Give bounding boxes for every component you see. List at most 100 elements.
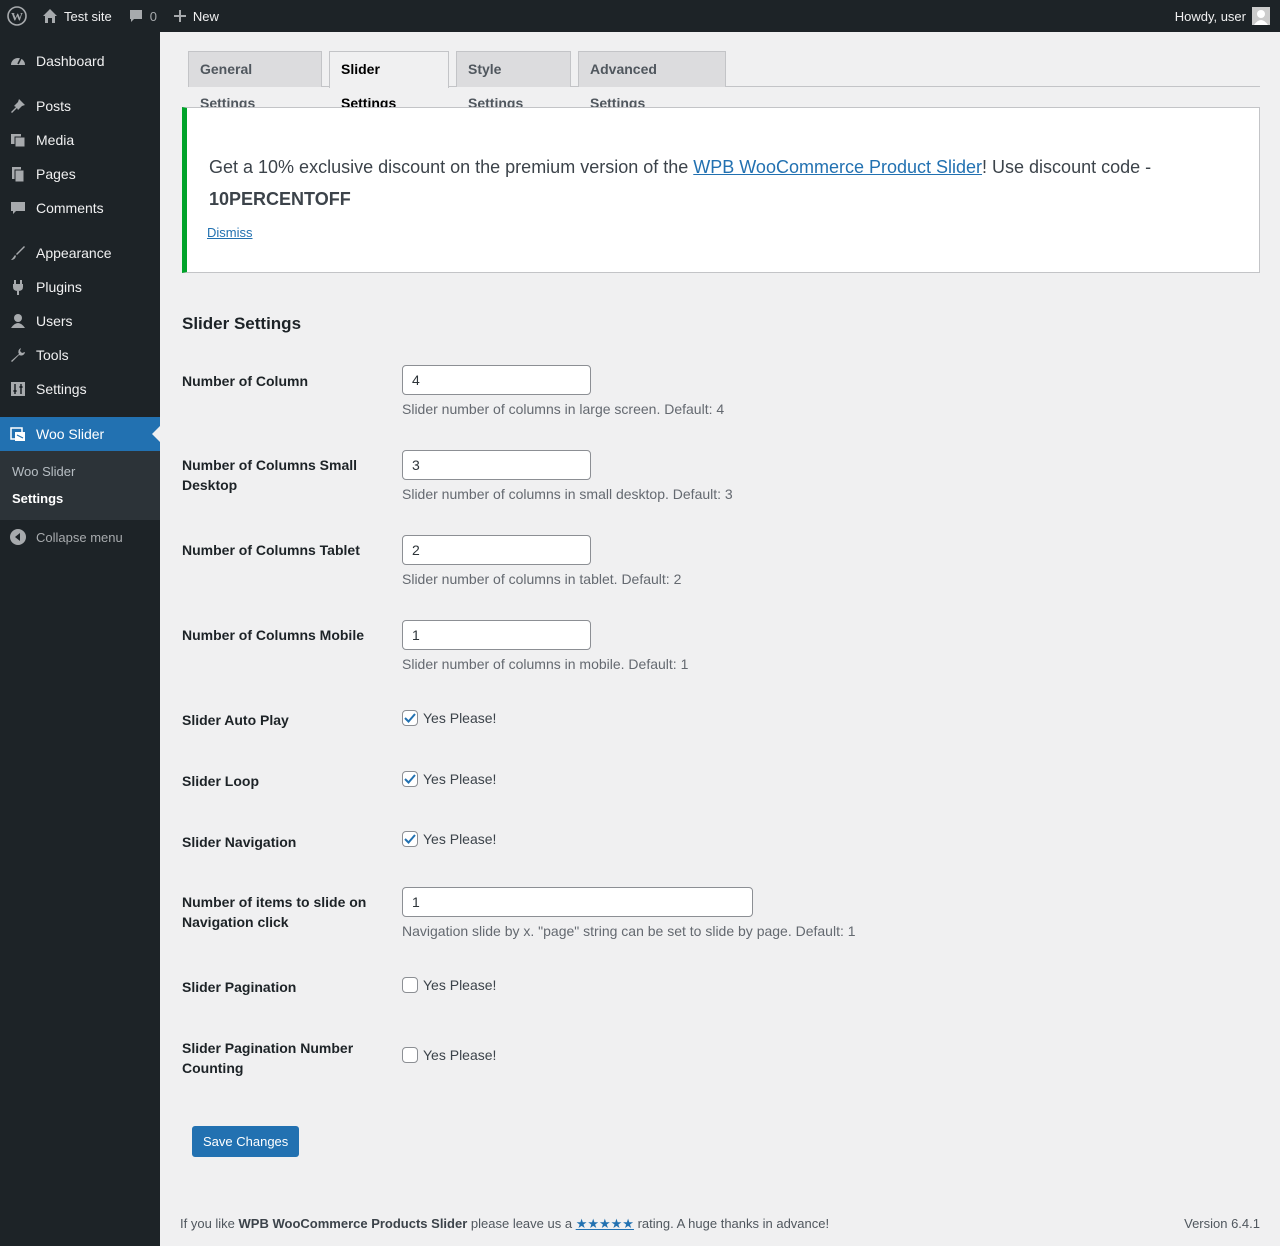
checkmark-icon bbox=[404, 834, 416, 844]
columns-mobile-label: Number of Columns Mobile bbox=[182, 627, 364, 643]
footer-text-1: If you like bbox=[180, 1216, 239, 1231]
dashboard-icon bbox=[8, 51, 28, 71]
sidebar-item-woo-slider[interactable]: Woo Slider bbox=[0, 417, 160, 451]
wordpress-logo-icon[interactable]: W bbox=[0, 0, 34, 32]
sidebar-item-posts[interactable]: Posts bbox=[0, 89, 160, 123]
navigation-checkbox[interactable] bbox=[402, 831, 418, 847]
sidebar-item-label: Posts bbox=[36, 98, 72, 114]
loop-checkbox[interactable] bbox=[402, 771, 418, 787]
comments-icon bbox=[8, 198, 28, 218]
sidebar-item-settings[interactable]: Settings bbox=[0, 372, 160, 406]
svg-text:W: W bbox=[11, 10, 23, 24]
sidebar-item-label: Comments bbox=[36, 200, 104, 216]
collapse-arrow-icon bbox=[10, 529, 26, 545]
comments-link[interactable]: 0 bbox=[120, 0, 165, 32]
sidebar-item-label: Woo Slider bbox=[36, 426, 105, 442]
pagination-checkbox[interactable] bbox=[402, 977, 418, 993]
notice-plugin-link[interactable]: WPB WooCommerce Product Slider bbox=[693, 157, 982, 177]
pagination-number-option: Yes Please! bbox=[402, 1047, 496, 1063]
pin-icon bbox=[8, 96, 28, 116]
sidebar-item-dashboard[interactable]: Dashboard bbox=[0, 44, 160, 78]
brush-icon bbox=[8, 243, 28, 263]
tab-general-settings[interactable]: General Settings bbox=[188, 51, 322, 111]
tab-slider-settings[interactable]: Slider Settings bbox=[329, 51, 449, 111]
save-changes-button[interactable]: Save Changes bbox=[192, 1126, 300, 1157]
discount-code: 10PERCENTOFF bbox=[209, 189, 351, 209]
pages-icon bbox=[8, 164, 28, 184]
home-icon bbox=[42, 8, 58, 24]
checkmark-icon bbox=[404, 713, 416, 723]
collapse-label: Collapse menu bbox=[36, 529, 123, 545]
sidebar-item-label: Plugins bbox=[36, 279, 82, 295]
checkmark-icon bbox=[404, 774, 416, 784]
sidebar-item-label: Pages bbox=[36, 166, 76, 182]
sidebar-item-tools[interactable]: Tools bbox=[0, 338, 160, 372]
submenu-item-woo-slider[interactable]: Woo Slider bbox=[0, 458, 160, 485]
loop-label: Slider Loop bbox=[182, 773, 259, 789]
new-content-link[interactable]: New bbox=[165, 0, 227, 32]
submenu-item-settings[interactable]: Settings bbox=[0, 485, 160, 512]
columns-tablet-description: Slider number of columns in tablet. Defa… bbox=[402, 571, 682, 587]
version-label: Version 6.4.1 bbox=[1184, 1216, 1260, 1231]
sidebar-item-label: Settings bbox=[36, 381, 87, 397]
tab-advanced-settings[interactable]: Advanced Settings bbox=[578, 51, 726, 111]
sidebar-item-label: Appearance bbox=[36, 245, 112, 261]
tab-style-settings[interactable]: Style Settings bbox=[456, 51, 571, 111]
navigation-label: Slider Navigation bbox=[182, 834, 297, 850]
discount-notice: Get a 10% exclusive discount on the prem… bbox=[182, 107, 1260, 273]
columns-tablet-input[interactable]: 2 bbox=[402, 535, 591, 565]
columns-mobile-description: Slider number of columns in mobile. Defa… bbox=[402, 656, 689, 672]
loop-checkbox-label[interactable]: Yes Please! bbox=[423, 771, 496, 787]
sidebar-item-appearance[interactable]: Appearance bbox=[0, 236, 160, 270]
columns-label: Number of Column bbox=[182, 373, 308, 389]
slider-icon bbox=[8, 424, 28, 444]
columns-small-desktop-label: Number of Columns Small Desktop bbox=[182, 457, 358, 493]
notice-text-after: ! Use discount code - bbox=[982, 157, 1152, 177]
slide-by-label: Number of items to slide on Navigation c… bbox=[182, 894, 367, 930]
pagination-label: Slider Pagination bbox=[182, 979, 297, 995]
pagination-number-checkbox-label[interactable]: Yes Please! bbox=[423, 1047, 496, 1063]
auto-play-checkbox[interactable] bbox=[402, 710, 418, 726]
collapse-menu-button[interactable]: Collapse menu bbox=[0, 520, 160, 554]
section-title: Slider Settings bbox=[182, 314, 302, 333]
sidebar-item-pages[interactable]: Pages bbox=[0, 157, 160, 191]
columns-description: Slider number of columns in large screen… bbox=[402, 401, 725, 417]
media-icon bbox=[8, 130, 28, 150]
pagination-option: Yes Please! bbox=[402, 977, 496, 993]
site-name: Test site bbox=[64, 8, 112, 24]
navigation-checkbox-label[interactable]: Yes Please! bbox=[423, 831, 496, 847]
sidebar-item-users[interactable]: Users bbox=[0, 304, 160, 338]
sidebar-item-label: Users bbox=[36, 313, 73, 329]
pagination-number-checkbox[interactable] bbox=[402, 1047, 418, 1063]
site-name-link[interactable]: Test site bbox=[34, 0, 120, 32]
pagination-checkbox-label[interactable]: Yes Please! bbox=[423, 977, 496, 993]
auto-play-checkbox-label[interactable]: Yes Please! bbox=[423, 710, 496, 726]
sidebar-item-plugins[interactable]: Plugins bbox=[0, 270, 160, 304]
loop-option: Yes Please! bbox=[402, 771, 496, 787]
my-account-link[interactable]: Howdy, user bbox=[1167, 0, 1280, 32]
columns-input[interactable]: 4 bbox=[402, 365, 591, 395]
avatar bbox=[1252, 7, 1270, 25]
columns-mobile-input[interactable]: 1 bbox=[402, 620, 591, 650]
columns-small-desktop-description: Slider number of columns in small deskto… bbox=[402, 486, 733, 502]
comments-count: 0 bbox=[149, 8, 157, 24]
slide-by-description: Navigation slide by x. "page" string can… bbox=[402, 923, 856, 939]
dismiss-link[interactable]: Dismiss bbox=[207, 225, 253, 240]
woo-slider-submenu: Woo Slider Settings bbox=[0, 451, 160, 520]
sidebar-item-comments[interactable]: Comments bbox=[0, 191, 160, 225]
settings-icon bbox=[8, 379, 28, 399]
slide-by-input[interactable]: 1 bbox=[402, 887, 753, 917]
rating-stars-link[interactable]: ★★★★★ bbox=[576, 1216, 634, 1231]
admin-bar: W Test site 0 New Howdy, user bbox=[0, 0, 1280, 32]
footer-plugin-name: WPB WooCommerce Products Slider bbox=[238, 1216, 468, 1231]
auto-play-label: Slider Auto Play bbox=[182, 712, 289, 728]
plugin-icon bbox=[8, 277, 28, 297]
footer-text-2: please leave us a bbox=[467, 1216, 576, 1231]
new-label: New bbox=[192, 8, 219, 24]
sidebar-item-media[interactable]: Media bbox=[0, 123, 160, 157]
columns-small-desktop-input[interactable]: 3 bbox=[402, 450, 591, 480]
pagination-number-label: Slider Pagination Number Counting bbox=[182, 1040, 354, 1076]
admin-footer: If you like WPB WooCommerce Products Sli… bbox=[180, 1216, 1260, 1232]
admin-sidebar: Dashboard Posts Media Pages Comments App… bbox=[0, 32, 160, 1246]
notice-text-before: Get a 10% exclusive discount on the prem… bbox=[209, 157, 694, 177]
